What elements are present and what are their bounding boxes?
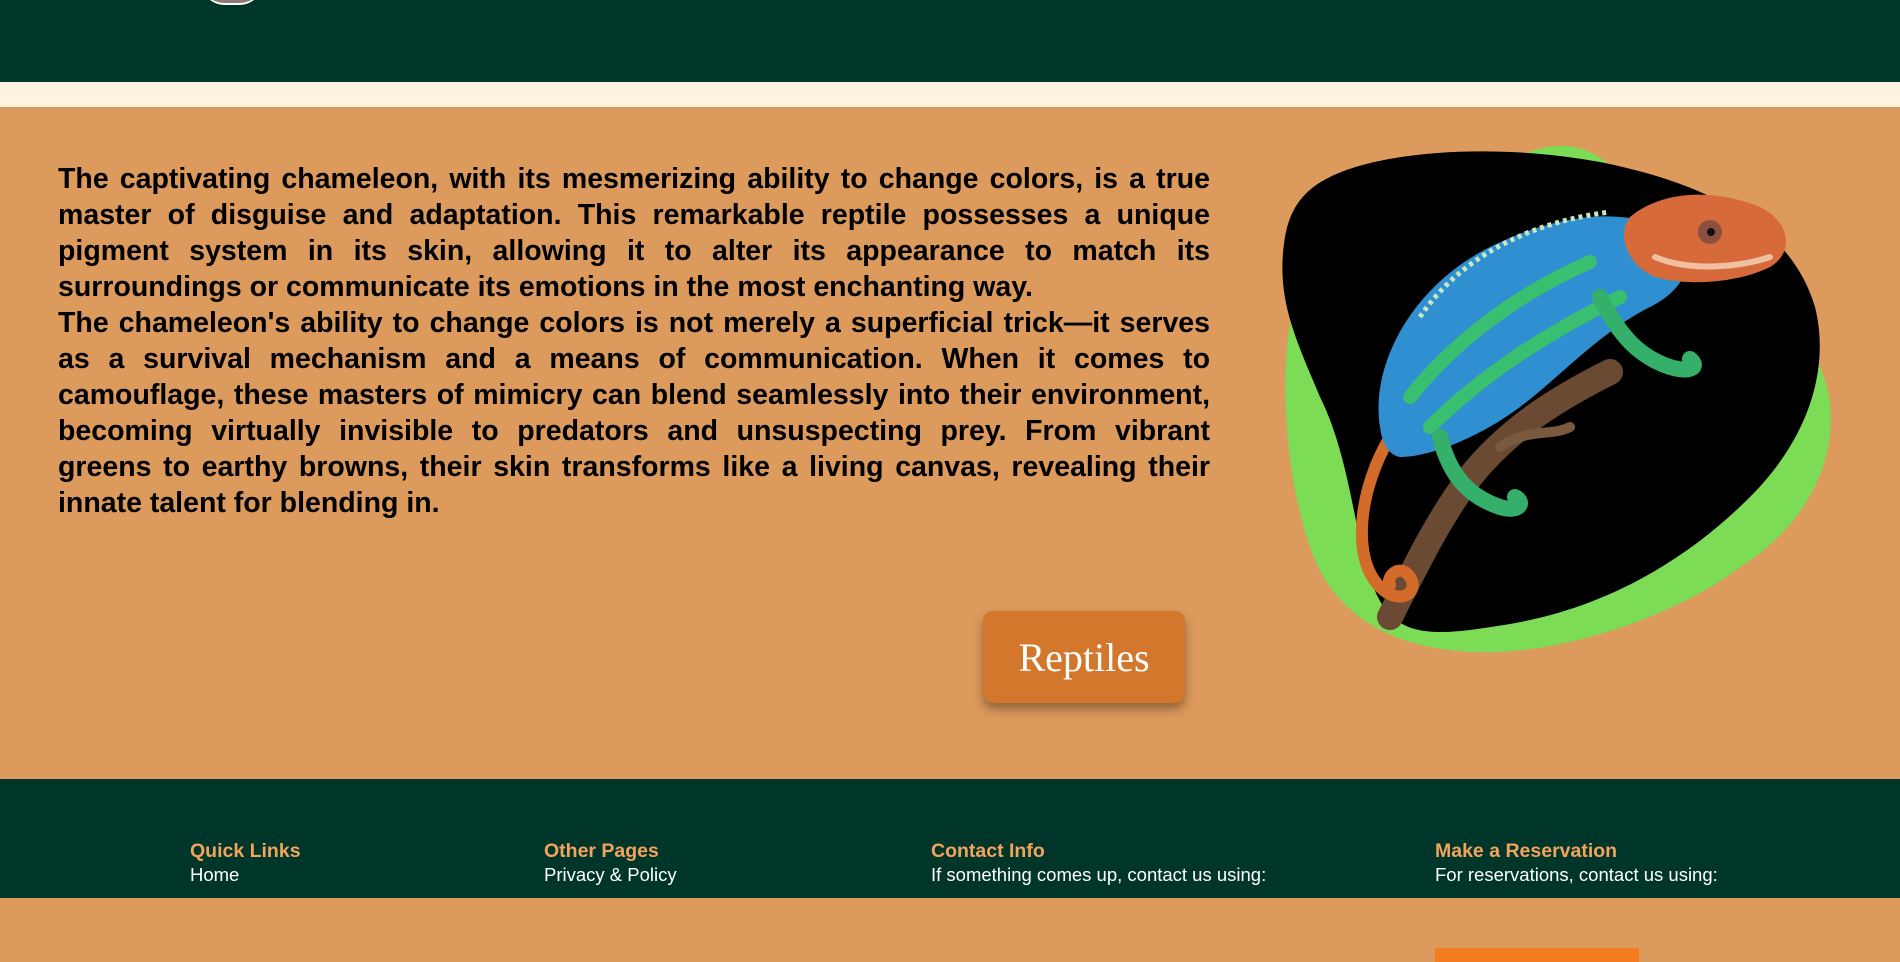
footer-link-privacy-policy[interactable]: Privacy & Policy (544, 863, 677, 886)
quick-links-heading: Quick Links (190, 840, 301, 862)
hero-paragraph-1: The captivating chameleon, with its mesm… (58, 163, 1210, 303)
site-footer: Quick Links Home Other Pages Privacy & P… (0, 779, 1900, 962)
chameleon-hero-section: The captivating chameleon, with its mesm… (0, 107, 1900, 779)
hero-paragraph-2: The chameleon's ability to change colors… (58, 307, 1210, 519)
reservation-contact-button[interactable] (1435, 948, 1639, 962)
reptiles-button[interactable]: Reptiles (983, 611, 1185, 703)
footer-reservation: Make a Reservation For reservations, con… (1435, 840, 1718, 962)
site-header (0, 0, 1900, 82)
footer-contact-info: Contact Info If something comes up, cont… (931, 840, 1266, 886)
footer-quick-links: Quick Links Home (190, 840, 301, 886)
contact-info-text: If something comes up, contact us using: (931, 864, 1267, 885)
chameleon-pupil (1707, 228, 1715, 236)
other-pages-heading: Other Pages (544, 840, 659, 862)
footer-other-pages: Other Pages Privacy & Policy (544, 840, 677, 886)
hero-description: The captivating chameleon, with its mesm… (58, 161, 1210, 521)
reservation-text: For reservations, contact us using: (1435, 864, 1718, 885)
header-divider-strip (0, 82, 1900, 107)
reservation-heading: Make a Reservation (1435, 840, 1618, 862)
chameleon-image (1282, 145, 1831, 653)
contact-info-heading: Contact Info (931, 840, 1045, 862)
footer-link-home[interactable]: Home (190, 863, 301, 886)
site-logo[interactable] (200, 0, 264, 5)
